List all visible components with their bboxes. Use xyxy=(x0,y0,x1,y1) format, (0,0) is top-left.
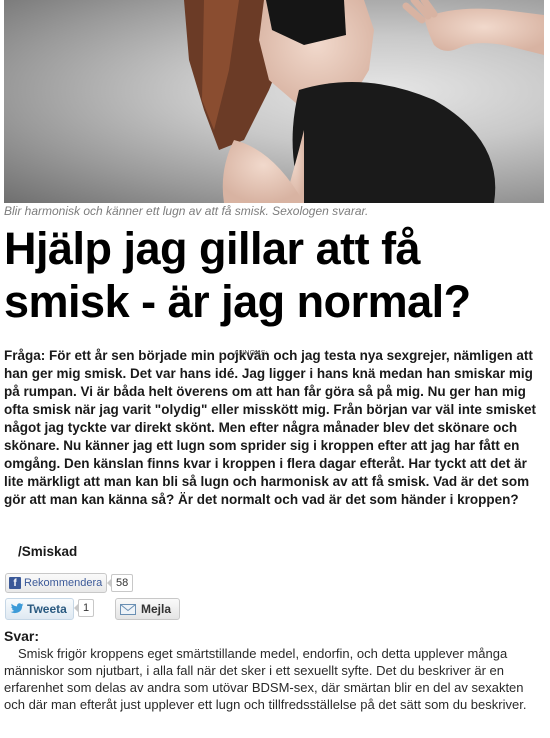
tweet-button[interactable]: Tweeta xyxy=(5,598,74,620)
tweet-label: Tweeta xyxy=(27,602,67,616)
question-signature: /Smiskad xyxy=(18,544,78,559)
answer-paragraph: Smisk frigör kroppens eget smärtstilland… xyxy=(4,646,527,712)
answer-label: Svar: xyxy=(4,628,40,644)
ad-label: ANNONS: xyxy=(234,350,268,357)
facebook-icon: f xyxy=(9,577,21,589)
envelope-icon xyxy=(120,603,136,615)
question-text: För ett år sen började min pojkvän och j… xyxy=(4,348,536,507)
facebook-recommend-label: Rekommendera xyxy=(24,577,103,589)
facebook-count: 58 xyxy=(106,574,134,592)
email-share-button[interactable]: Mejla xyxy=(115,598,181,620)
facebook-recommend-button[interactable]: f Rekommendera xyxy=(5,573,108,593)
question-label: Fråga: xyxy=(4,348,46,363)
hero-illustration xyxy=(184,0,544,203)
email-share-label: Mejla xyxy=(141,602,172,616)
tweet-count: 1 xyxy=(73,599,95,617)
hero-image xyxy=(4,0,544,203)
twitter-bird-icon xyxy=(10,603,24,614)
article-headline: Hjälp jag gillar att få smisk - är jag n… xyxy=(4,223,471,327)
question-paragraph: Fråga: För ett år sen började min pojkvä… xyxy=(4,347,544,509)
image-caption: Blir harmonisk och känner ett lugn av at… xyxy=(4,204,369,218)
